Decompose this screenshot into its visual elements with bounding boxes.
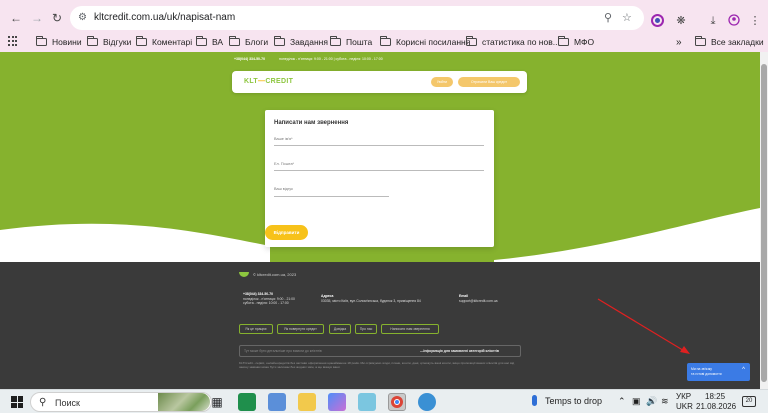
windows-start-icon[interactable]	[11, 396, 23, 408]
bookmark-folder[interactable]: МФО	[558, 35, 594, 49]
folder-icon	[87, 36, 98, 46]
search-icon: ⚲	[39, 397, 47, 408]
clock-time[interactable]: 18:25	[705, 392, 725, 401]
bookmark-folder[interactable]: ВА	[196, 35, 223, 49]
thermometer-icon	[532, 395, 537, 406]
calculator-app-icon[interactable]	[268, 393, 286, 411]
folder-icon	[466, 36, 477, 46]
apps-grid-icon[interactable]	[8, 36, 18, 46]
notepad-app-icon[interactable]	[358, 393, 376, 411]
forward-icon[interactable]: →	[29, 10, 45, 26]
bookmark-folder[interactable]: статистика по нов...	[466, 35, 560, 49]
extensions-icon[interactable]: ❋	[674, 14, 688, 28]
taskbar-search[interactable]: ⚲ Поиск	[30, 392, 212, 412]
folder-icon	[196, 36, 207, 46]
network-icon[interactable]: ▣	[632, 396, 641, 407]
task-view-icon[interactable]: ▦	[208, 393, 226, 411]
bookmark-folder[interactable]: Пошта	[330, 35, 372, 49]
page-scrollbar[interactable]	[760, 52, 768, 389]
search-highlight-image	[158, 393, 210, 411]
bookmarks-overflow[interactable]: »	[676, 35, 682, 49]
back-icon[interactable]: ←	[8, 10, 24, 26]
folder-icon	[380, 36, 391, 46]
browser-toolbar: ← → ↻ ⚙ kltcredit.com.ua/uk/napisat-nam …	[0, 5, 768, 31]
file-explorer-icon[interactable]	[298, 393, 316, 411]
weather-widget[interactable]: Temps to drop	[532, 395, 602, 406]
language-indicator[interactable]: УКР	[676, 392, 691, 401]
folder-icon	[558, 36, 569, 46]
download-icon[interactable]: ⤓	[706, 14, 720, 28]
red-arrow-annotation	[597, 298, 690, 354]
windows-taskbar: ⚲ Поиск ▦ Temps to drop ⌃ ▣ 🔊 ≋ УКР UKR …	[0, 389, 768, 413]
bookmark-folder[interactable]: Завдання	[274, 35, 328, 49]
reload-icon[interactable]: ↻	[49, 10, 65, 26]
address-bar[interactable]: ⚙ kltcredit.com.ua/uk/napisat-nam ⚲ ☆	[70, 6, 644, 30]
zoom-icon[interactable]: ⚲	[604, 11, 612, 24]
profile-icon[interactable]	[727, 14, 741, 28]
notification-badge[interactable]: 20	[742, 396, 756, 407]
chrome-app-icon[interactable]	[388, 393, 406, 411]
folder-icon	[136, 36, 147, 46]
store-app-icon[interactable]	[238, 393, 256, 411]
menu-icon[interactable]: ⋮	[748, 14, 762, 28]
scrollbar-thumb[interactable]	[761, 64, 767, 382]
folder-icon	[695, 36, 706, 46]
folder-icon	[274, 36, 285, 46]
browser-chrome: ← → ↻ ⚙ kltcredit.com.ua/uk/napisat-nam …	[0, 0, 768, 52]
extension-color-icon[interactable]	[650, 14, 664, 28]
bookmark-folder[interactable]: Корисні посилання	[380, 35, 470, 49]
web-page: +38(044) 334-50-70 понеділок - п'ятниця: …	[0, 52, 760, 389]
volume-icon[interactable]: 🔊	[646, 396, 657, 407]
bookmark-folder[interactable]: Новини	[36, 35, 82, 49]
bookmark-folder[interactable]: Відгуки	[87, 35, 131, 49]
copilot-icon[interactable]	[328, 393, 346, 411]
bookmarks-bar: Новини Відгуки Коментарі ВА Блоги Завдан…	[0, 33, 768, 51]
folder-icon	[330, 36, 341, 46]
folder-icon	[36, 36, 47, 46]
site-info-icon[interactable]: ⚙	[78, 12, 87, 23]
tray-overflow-icon[interactable]: ⌃	[618, 396, 626, 407]
wifi-icon[interactable]: ≋	[661, 396, 669, 407]
clock-date[interactable]: 21.08.2026	[696, 402, 736, 411]
bookmark-folder[interactable]: Блоги	[229, 35, 268, 49]
url-text: kltcredit.com.ua/uk/napisat-nam	[94, 12, 236, 23]
folder-icon	[229, 36, 240, 46]
bookmark-star-icon[interactable]: ☆	[622, 11, 632, 24]
telegram-app-icon[interactable]	[418, 393, 436, 411]
bookmark-folder[interactable]: Коментарі	[136, 35, 192, 49]
all-bookmarks-folder[interactable]: Все закладки	[695, 35, 764, 49]
keyboard-layout[interactable]: UKR	[676, 402, 693, 411]
